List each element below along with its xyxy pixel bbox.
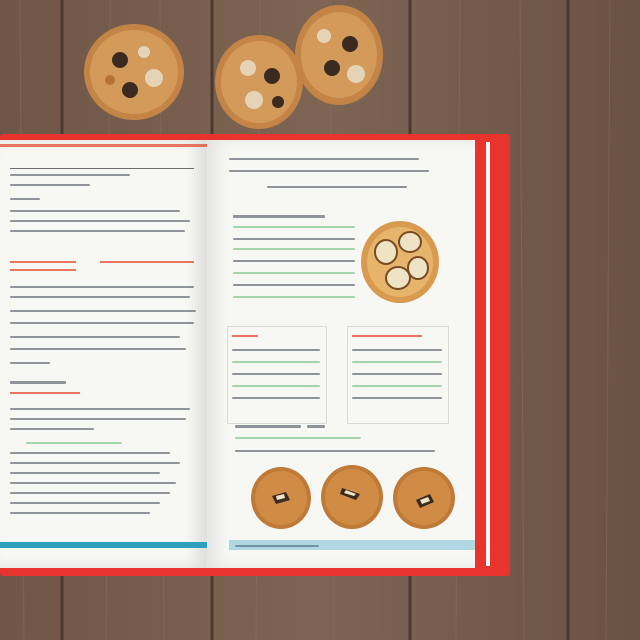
cookie-top-right [295, 5, 383, 105]
cookie-illustration-1 [251, 467, 311, 529]
cookie-top-left [84, 24, 184, 120]
left-rule-1 [10, 168, 194, 169]
top-red-band [0, 144, 207, 147]
cookie-top-middle [215, 35, 303, 129]
cookie-illustration-top [361, 221, 439, 303]
left-red-heading-a [10, 261, 76, 263]
cookie-illustration-3 [393, 467, 455, 529]
left-page [0, 140, 207, 568]
left-page-cyan-band [0, 542, 207, 548]
left-red-heading-b [100, 261, 194, 263]
cookie-illustration-2 [321, 465, 383, 529]
page-edge-white [486, 142, 490, 566]
right-page-footer-band [229, 540, 475, 550]
right-info-box-1 [227, 326, 327, 424]
right-info-box-2 [347, 326, 449, 424]
